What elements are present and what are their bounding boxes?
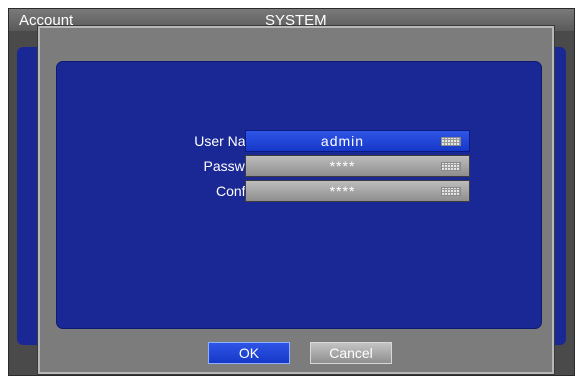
row-password: Password **** [57, 155, 541, 177]
password-dialog: User Name admin Password **** Confirm **… [38, 26, 554, 374]
row-confirm: Confirm **** [57, 180, 541, 202]
row-user-name: User Name admin [57, 130, 541, 152]
confirm-value: **** [329, 183, 356, 199]
user-name-value: admin [320, 133, 365, 149]
password-field[interactable]: **** [245, 155, 470, 177]
confirm-field[interactable]: **** [245, 180, 470, 202]
password-value: **** [329, 158, 356, 174]
ok-button[interactable]: OK [208, 342, 290, 364]
dialog-content-panel: User Name admin Password **** Confirm **… [56, 61, 542, 329]
cancel-button[interactable]: Cancel [310, 342, 392, 364]
keyboard-icon[interactable] [441, 137, 461, 146]
keyboard-icon[interactable] [441, 162, 461, 171]
user-name-field[interactable]: admin [245, 130, 470, 152]
keyboard-icon[interactable] [441, 187, 461, 196]
